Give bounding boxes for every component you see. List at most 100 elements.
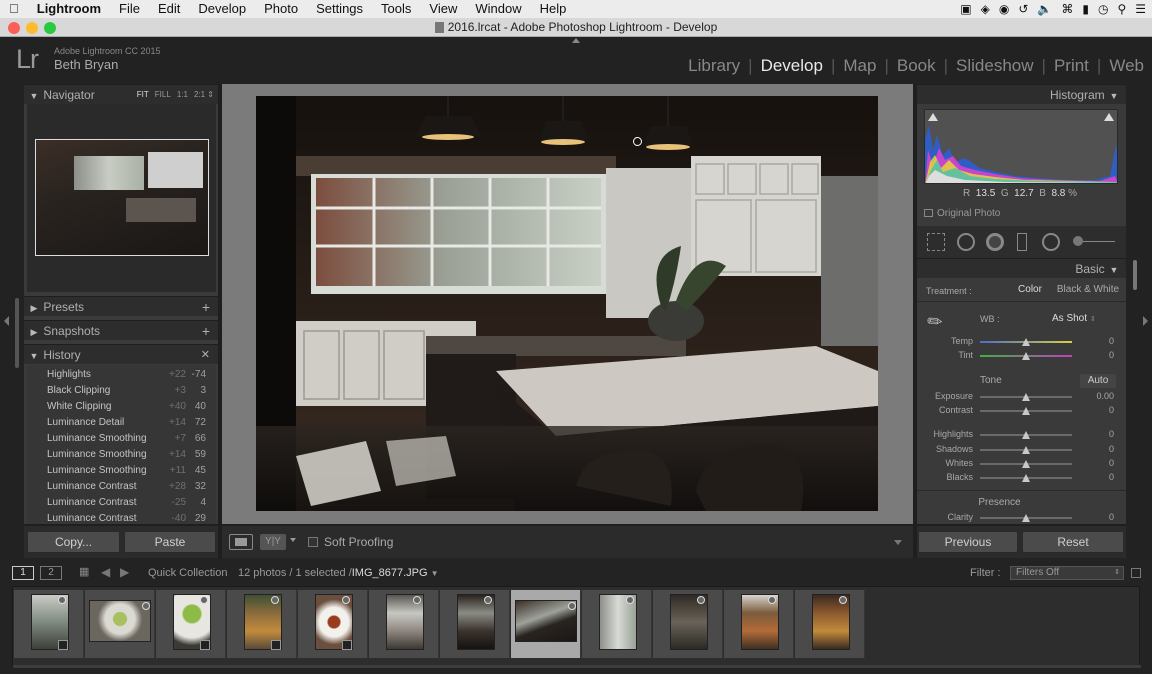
clarity-value[interactable]: 0 — [1080, 512, 1114, 522]
selection-badge[interactable] — [697, 596, 705, 604]
toolbar-menu-icon[interactable] — [894, 540, 902, 545]
module-library[interactable]: Library — [688, 56, 740, 76]
history-row[interactable]: Luminance Smoothing +14 59 — [27, 447, 216, 463]
history-row[interactable]: Luminance Contrast +28 32 — [27, 479, 216, 495]
zoom-fill[interactable]: FILL — [155, 90, 171, 99]
temp-value[interactable]: 0 — [1080, 336, 1114, 346]
zoom-fit[interactable]: FIT — [137, 90, 149, 99]
clear-history-icon[interactable]: ✕ — [201, 345, 210, 365]
filmstrip-thumbnail[interactable] — [653, 590, 723, 658]
menu-settings[interactable]: Settings — [307, 0, 372, 18]
history-row[interactable]: Highlights +22 -74 — [27, 367, 216, 383]
filmstrip-scrollbar[interactable] — [13, 665, 1141, 668]
collapse-triangle-icon[interactable]: ▼ — [1108, 260, 1120, 280]
wb-select[interactable]: As Shot ⇕ — [1052, 313, 1096, 324]
tint-slider-thumb[interactable] — [1022, 352, 1030, 360]
treatment-bw-option[interactable]: Black & White — [1054, 284, 1122, 295]
menu-window[interactable]: Window — [466, 0, 530, 18]
module-print[interactable]: Print — [1054, 56, 1089, 76]
second-window-button[interactable]: 2 — [40, 566, 62, 580]
clock-icon[interactable]: ◷ — [1098, 2, 1108, 16]
highlight-clipping-icon[interactable] — [1104, 113, 1114, 121]
selection-badge[interactable] — [768, 596, 776, 604]
contrast-value[interactable]: 0 — [1080, 405, 1114, 415]
histogram-graph[interactable] — [924, 109, 1118, 184]
selection-badge[interactable] — [142, 602, 150, 610]
selection-badge[interactable] — [413, 596, 421, 604]
presets-header[interactable]: ▶ Presets + — [24, 296, 218, 316]
filmstrip-thumbnail[interactable] — [85, 590, 155, 658]
histogram-header[interactable]: Histogram ▼ — [917, 84, 1126, 104]
menu-edit[interactable]: Edit — [149, 0, 189, 18]
filmstrip-thumbnail[interactable] — [582, 590, 652, 658]
history-row[interactable]: Luminance Contrast -40 29 — [27, 511, 216, 524]
apple-menu-icon[interactable]:  — [0, 0, 28, 18]
selection-badge[interactable] — [626, 596, 634, 604]
adjustment-brush-icon[interactable] — [1073, 236, 1083, 246]
exposure-slider-thumb[interactable] — [1022, 393, 1030, 401]
clarity-slider-thumb[interactable] — [1022, 514, 1030, 522]
before-after-view-icon[interactable]: Y|Y — [260, 534, 286, 550]
minimize-window-button[interactable] — [26, 22, 38, 34]
history-row[interactable]: Luminance Smoothing +11 45 — [27, 463, 216, 479]
temp-slider-thumb[interactable] — [1022, 338, 1030, 346]
menu-help[interactable]: Help — [531, 0, 576, 18]
time-machine-icon[interactable]: ↺ — [1018, 2, 1028, 16]
shadows-value[interactable]: 0 — [1080, 444, 1114, 454]
tint-value[interactable]: 0 — [1080, 350, 1114, 360]
soft-proofing-checkbox[interactable] — [308, 537, 318, 547]
history-row[interactable]: Luminance Detail +14 72 — [27, 415, 216, 431]
filmstrip-thumbnail[interactable] — [227, 590, 297, 658]
collapse-triangle-icon[interactable]: ▼ — [28, 346, 40, 366]
back-arrow-icon[interactable]: ◀ — [101, 565, 110, 579]
paste-settings-button[interactable]: Paste — [124, 531, 216, 553]
right-panel-toggle-icon[interactable] — [1143, 316, 1148, 326]
spot-removal-icon[interactable] — [957, 233, 975, 251]
whites-slider-thumb[interactable] — [1022, 460, 1030, 468]
main-photo[interactable] — [256, 96, 878, 511]
facetime-icon[interactable]: ▣ — [960, 2, 971, 16]
history-row[interactable]: Luminance Contrast -25 4 — [27, 495, 216, 511]
module-web[interactable]: Web — [1109, 56, 1144, 76]
collapse-triangle-icon[interactable]: ▼ — [1108, 86, 1120, 106]
history-row[interactable]: Luminance Smoothing +7 66 — [27, 431, 216, 447]
right-panel-scrollbar[interactable] — [1133, 260, 1137, 290]
zoom-1-1[interactable]: 1:1 — [177, 90, 188, 99]
basic-header[interactable]: Basic ▼ — [917, 258, 1126, 278]
filmstrip-thumbnail[interactable] — [14, 590, 84, 658]
previous-button[interactable]: Previous — [918, 531, 1018, 553]
menu-view[interactable]: View — [420, 0, 466, 18]
module-develop[interactable]: Develop — [761, 56, 823, 76]
left-panel-scrollbar[interactable] — [15, 298, 19, 368]
selection-badge[interactable] — [839, 596, 847, 604]
selection-badge[interactable] — [58, 596, 66, 604]
snapshots-header[interactable]: ▶ Snapshots + — [24, 320, 218, 340]
zoom-window-button[interactable] — [44, 22, 56, 34]
blacks-value[interactable]: 0 — [1080, 472, 1114, 482]
location-icon[interactable]: ◉ — [999, 2, 1009, 16]
shadows-slider-thumb[interactable] — [1022, 446, 1030, 454]
current-filename[interactable]: IMG_8677.JPG — [352, 567, 428, 579]
contrast-slider-thumb[interactable] — [1022, 407, 1030, 415]
history-header[interactable]: ▼ History ✕ — [24, 344, 218, 364]
module-slideshow[interactable]: Slideshow — [956, 56, 1034, 76]
auto-tone-button[interactable]: Auto — [1080, 374, 1116, 388]
notification-center-icon[interactable]: ☰ — [1135, 2, 1146, 16]
crop-tool-icon[interactable] — [927, 233, 945, 251]
dropbox-icon[interactable]: ◈ — [981, 2, 990, 16]
filmstrip-lock-icon[interactable] — [1131, 568, 1141, 578]
grid-view-icon[interactable]: ▦ — [79, 566, 91, 578]
selection-badge[interactable] — [568, 602, 576, 610]
selection-badge[interactable] — [342, 596, 350, 604]
menu-app-name[interactable]: Lightroom — [28, 0, 110, 18]
main-window-button[interactable]: 1 — [12, 566, 34, 580]
navigator-header[interactable]: ▼ Navigator FIT FILL 1:1 2:1 ⇕ — [24, 84, 218, 104]
module-map[interactable]: Map — [843, 56, 876, 76]
filmstrip-thumbnail[interactable] — [724, 590, 794, 658]
whites-value[interactable]: 0 — [1080, 458, 1114, 468]
wifi-icon[interactable]: ⌘ — [1061, 2, 1073, 16]
filename-dropdown-icon[interactable]: ▼ — [431, 569, 439, 578]
reset-button[interactable]: Reset — [1022, 531, 1124, 553]
filmstrip-thumbnail[interactable] — [440, 590, 510, 658]
treatment-color-option[interactable]: Color — [1010, 284, 1050, 295]
